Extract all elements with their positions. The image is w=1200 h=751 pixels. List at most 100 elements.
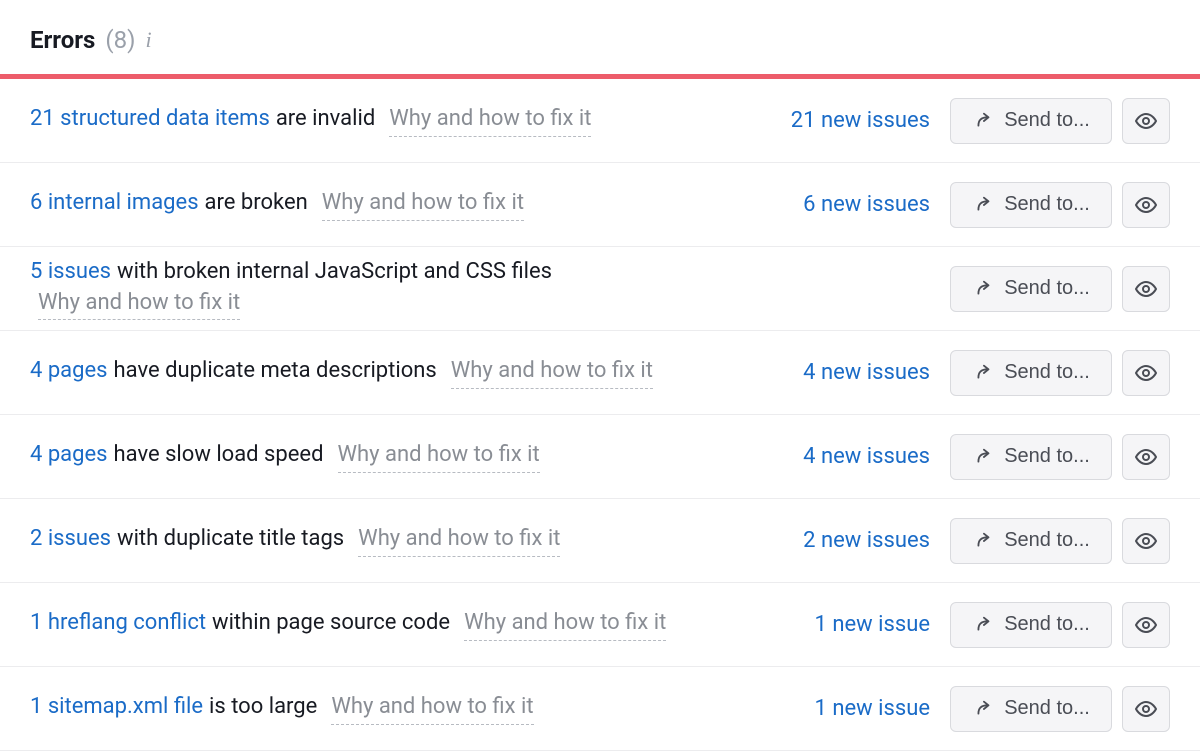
send-to-label: Send to...	[1004, 109, 1090, 132]
issue-link[interactable]: 4 pages	[30, 356, 108, 387]
issue-link[interactable]: 1 hreflang conflict	[30, 608, 206, 639]
view-button[interactable]	[1122, 182, 1170, 228]
new-issues-link[interactable]: 6 new issues	[750, 192, 930, 217]
issue-link[interactable]: 5 issues	[30, 257, 111, 288]
new-issues-link[interactable]: 2 new issues	[750, 528, 930, 553]
fix-link[interactable]: Why and how to fix it	[38, 288, 240, 321]
share-arrow-icon	[972, 530, 994, 552]
panel-header: Errors (8) i	[0, 0, 1200, 74]
issue-text: are broken	[205, 188, 308, 219]
issue-description: 1 hreflang conflict within page source c…	[30, 608, 730, 641]
issue-description: 21 structured data items are invalid Why …	[30, 104, 730, 137]
send-to-button[interactable]: Send to...	[950, 602, 1112, 648]
view-button[interactable]	[1122, 98, 1170, 144]
issue-row: 1 sitemap.xml file is too large Why and h…	[0, 667, 1200, 751]
issue-link[interactable]: 4 pages	[30, 440, 108, 471]
send-to-label: Send to...	[1004, 445, 1090, 468]
eye-icon	[1134, 277, 1158, 301]
info-icon[interactable]: i	[145, 29, 151, 51]
send-to-label: Send to...	[1004, 529, 1090, 552]
issue-description: 4 pages have slow load speed Why and how …	[30, 440, 730, 473]
fix-link[interactable]: Why and how to fix it	[358, 524, 560, 557]
view-button[interactable]	[1122, 350, 1170, 396]
issue-description: 6 internal images are broken Why and how …	[30, 188, 730, 221]
send-to-label: Send to...	[1004, 361, 1090, 384]
send-to-button[interactable]: Send to...	[950, 518, 1112, 564]
issue-row: 21 structured data items are invalid Why …	[0, 79, 1200, 163]
issue-link[interactable]: 1 sitemap.xml file	[30, 692, 203, 723]
issue-text: have slow load speed	[114, 440, 324, 471]
eye-icon	[1134, 109, 1158, 133]
send-to-button[interactable]: Send to...	[950, 182, 1112, 228]
send-to-button[interactable]: Send to...	[950, 98, 1112, 144]
send-to-label: Send to...	[1004, 193, 1090, 216]
send-to-button[interactable]: Send to...	[950, 350, 1112, 396]
eye-icon	[1134, 361, 1158, 385]
issue-text: with duplicate title tags	[117, 524, 344, 555]
send-to-label: Send to...	[1004, 613, 1090, 636]
fix-link[interactable]: Why and how to fix it	[331, 692, 533, 725]
row-actions: Send to...	[950, 266, 1170, 312]
panel-title: Errors	[30, 26, 95, 54]
eye-icon	[1134, 193, 1158, 217]
share-arrow-icon	[972, 614, 994, 636]
row-actions: Send to...	[950, 182, 1170, 228]
issue-link[interactable]: 6 internal images	[30, 188, 199, 219]
issue-text: with broken internal JavaScript and CSS …	[117, 257, 552, 288]
issue-link[interactable]: 21 structured data items	[30, 104, 270, 135]
issues-list: 21 structured data items are invalid Why …	[0, 79, 1200, 751]
share-arrow-icon	[972, 278, 994, 300]
send-to-button[interactable]: Send to...	[950, 686, 1112, 732]
new-issues-link[interactable]: 21 new issues	[750, 108, 930, 133]
view-button[interactable]	[1122, 266, 1170, 312]
issue-description: 5 issues with broken internal JavaScript…	[30, 257, 730, 321]
row-actions: Send to...	[950, 602, 1170, 648]
fix-link[interactable]: Why and how to fix it	[464, 608, 666, 641]
row-actions: Send to...	[950, 350, 1170, 396]
issue-row: 4 pages have duplicate meta descriptions…	[0, 331, 1200, 415]
row-actions: Send to...	[950, 686, 1170, 732]
send-to-label: Send to...	[1004, 697, 1090, 720]
issue-text: are invalid	[276, 104, 375, 135]
share-arrow-icon	[972, 362, 994, 384]
eye-icon	[1134, 613, 1158, 637]
fix-link[interactable]: Why and how to fix it	[389, 104, 591, 137]
fix-link[interactable]: Why and how to fix it	[338, 440, 540, 473]
issue-link[interactable]: 2 issues	[30, 524, 111, 555]
send-to-button[interactable]: Send to...	[950, 266, 1112, 312]
issue-row: 5 issues with broken internal JavaScript…	[0, 247, 1200, 331]
new-issues-link[interactable]: 4 new issues	[750, 444, 930, 469]
issue-row: 1 hreflang conflict within page source c…	[0, 583, 1200, 667]
issue-row: 4 pages have slow load speed Why and how …	[0, 415, 1200, 499]
eye-icon	[1134, 697, 1158, 721]
view-button[interactable]	[1122, 434, 1170, 480]
issue-count: (8)	[105, 26, 135, 54]
send-to-button[interactable]: Send to...	[950, 434, 1112, 480]
issue-text: within page source code	[212, 608, 450, 639]
issue-row: 6 internal images are broken Why and how …	[0, 163, 1200, 247]
view-button[interactable]	[1122, 686, 1170, 732]
issue-text: have duplicate meta descriptions	[114, 356, 437, 387]
share-arrow-icon	[972, 698, 994, 720]
row-actions: Send to...	[950, 434, 1170, 480]
issue-description: 2 issues with duplicate title tags Why an…	[30, 524, 730, 557]
share-arrow-icon	[972, 194, 994, 216]
eye-icon	[1134, 445, 1158, 469]
issue-description: 1 sitemap.xml file is too large Why and h…	[30, 692, 730, 725]
issue-row: 2 issues with duplicate title tags Why an…	[0, 499, 1200, 583]
new-issues-link[interactable]: 1 new issue	[750, 612, 930, 637]
issue-description: 4 pages have duplicate meta descriptions…	[30, 356, 730, 389]
new-issues-link[interactable]: 1 new issue	[750, 696, 930, 721]
view-button[interactable]	[1122, 602, 1170, 648]
row-actions: Send to...	[950, 98, 1170, 144]
new-issues-link[interactable]: 4 new issues	[750, 360, 930, 385]
send-to-label: Send to...	[1004, 277, 1090, 300]
share-arrow-icon	[972, 110, 994, 132]
issue-text: is too large	[209, 692, 317, 723]
eye-icon	[1134, 529, 1158, 553]
share-arrow-icon	[972, 446, 994, 468]
row-actions: Send to...	[950, 518, 1170, 564]
fix-link[interactable]: Why and how to fix it	[451, 356, 653, 389]
fix-link[interactable]: Why and how to fix it	[322, 188, 524, 221]
view-button[interactable]	[1122, 518, 1170, 564]
